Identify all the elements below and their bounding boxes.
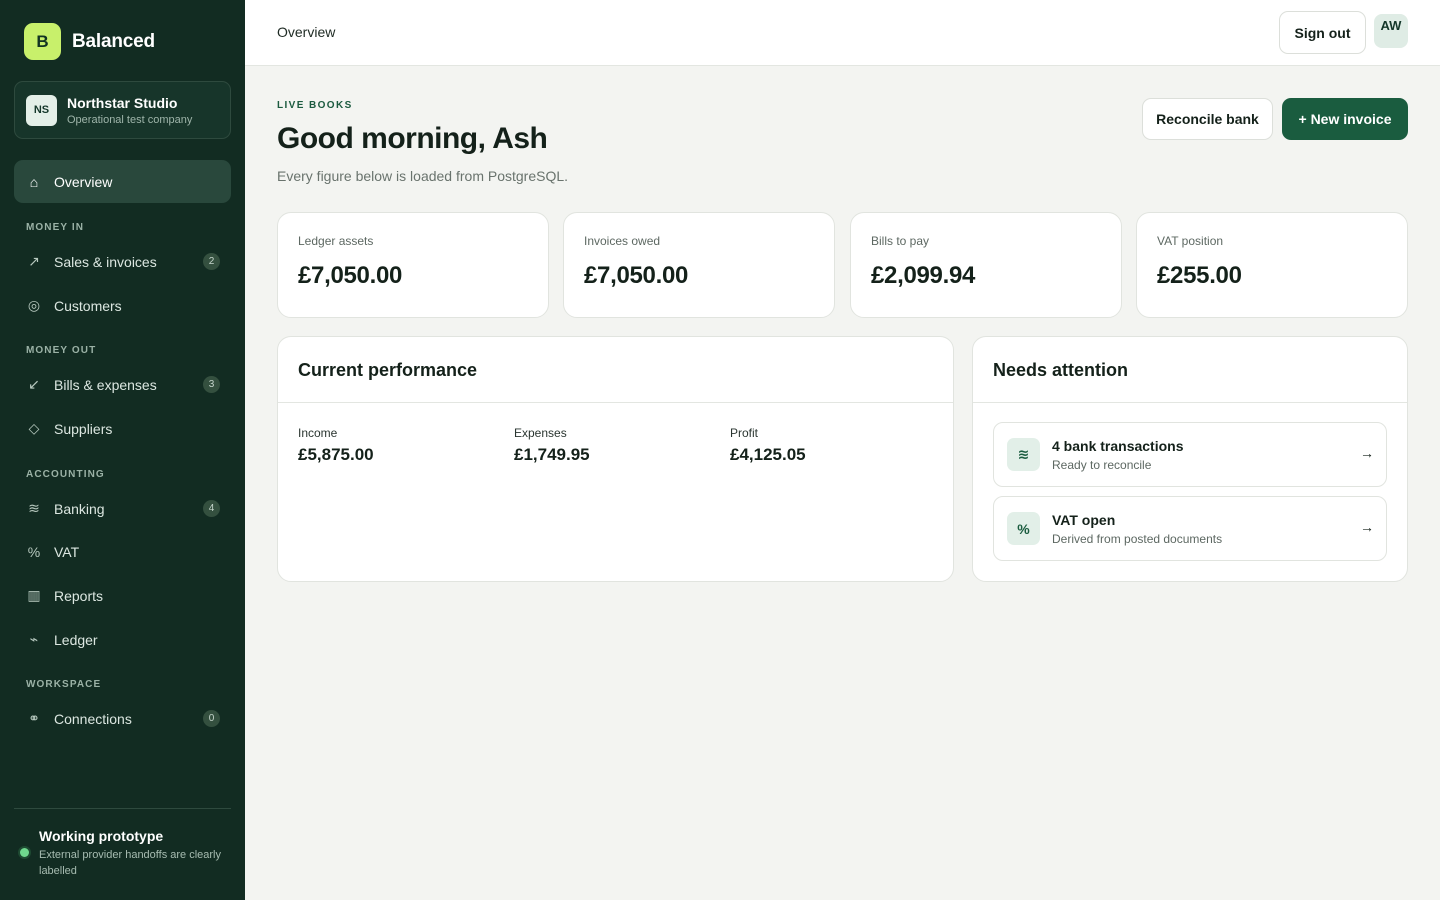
reconcile-bank-button[interactable]: Reconcile bank: [1142, 98, 1273, 140]
arrow-right-icon: →: [1360, 445, 1374, 461]
arrow-right-icon: →: [1360, 519, 1374, 535]
attention-item-vat-open[interactable]: % VAT open Derived from posted documents…: [993, 496, 1387, 561]
page-title: Good morning, Ash: [277, 122, 548, 155]
brand[interactable]: B Balanced: [24, 23, 155, 60]
company-subtitle: Operational test company: [67, 113, 193, 126]
nav-label: Bills & expenses: [54, 376, 157, 393]
attention-item-bank-transactions[interactable]: ≋ 4 bank transactions Ready to reconcile…: [993, 422, 1387, 487]
nav-label: VAT: [54, 543, 80, 560]
stat-card-invoices-owed: Invoices owed £7,050.00: [563, 212, 835, 318]
nav-item-suppliers[interactable]: ◇ Suppliers: [14, 407, 231, 450]
metric-expenses: Expenses £1,749.95: [514, 426, 590, 465]
percent-icon: %: [1007, 512, 1040, 545]
topbar: Overview Sign out AW: [245, 0, 1440, 66]
nav-label: Suppliers: [54, 420, 113, 437]
stat-card-vat-position: VAT position £255.00: [1136, 212, 1408, 318]
nav-section-money-out: MONEY OUT: [26, 345, 97, 356]
panel-title: Current performance: [298, 360, 478, 380]
stat-value: £7,050.00: [298, 262, 403, 289]
nav-item-customers[interactable]: ◎ Customers: [14, 284, 231, 327]
prototype-subtitle: External provider handoffs are clearly l…: [39, 849, 222, 877]
waves-icon: ≋: [28, 500, 40, 516]
nav-section-accounting: ACCOUNTING: [26, 469, 105, 480]
prototype-notice: Working prototype External provider hand…: [20, 828, 235, 879]
percent-icon: %: [27, 543, 41, 560]
customers-icon: ◎: [27, 297, 41, 313]
nav-item-overview[interactable]: ⌂ Overview: [14, 160, 231, 203]
nav-label: Customers: [54, 297, 122, 314]
attention-panel: Needs attention ≋ 4 bank transactions Re…: [972, 336, 1408, 582]
metric-label: Profit: [730, 426, 759, 440]
page-breadcrumb: Overview: [277, 24, 336, 40]
status-dot-icon: [20, 848, 29, 857]
count-badge: 4: [203, 500, 220, 517]
arrow-up-right-icon: ↗: [28, 253, 40, 269]
metric-value: £5,875.00: [298, 445, 374, 464]
bank-waves-icon: ≋: [1007, 438, 1040, 471]
nav-label: Connections: [54, 710, 132, 727]
columns-icon: ▥: [27, 587, 41, 603]
stat-label: Invoices owed: [584, 234, 661, 248]
company-switcher[interactable]: NS Northstar Studio Operational test com…: [14, 81, 231, 139]
nav-item-ledger[interactable]: ⌁ Ledger: [14, 618, 231, 661]
count-badge: 3: [203, 376, 220, 393]
arrow-down-left-icon: ↙: [28, 376, 40, 392]
nav-item-sales-invoices[interactable]: ↗ Sales & invoices 2: [14, 240, 231, 283]
stat-label: VAT position: [1157, 234, 1224, 248]
prototype-title: Working prototype: [39, 828, 164, 844]
nav-item-bills-expenses[interactable]: ↙ Bills & expenses 3: [14, 363, 231, 406]
metric-value: £4,125.05: [730, 445, 806, 464]
metric-profit: Profit £4,125.05: [730, 426, 806, 465]
nav-label: Reports: [54, 587, 104, 604]
stat-label: Ledger assets: [298, 234, 374, 248]
diamond-icon: ◇: [28, 420, 40, 436]
brand-logo: B: [24, 23, 61, 60]
nav-item-reports[interactable]: ▥ Reports: [14, 574, 231, 617]
stat-card-bills-to-pay: Bills to pay £2,099.94: [850, 212, 1122, 318]
metric-label: Expenses: [514, 426, 567, 440]
home-icon: ⌂: [29, 173, 39, 190]
page-subtitle: Every figure below is loaded from Postgr…: [277, 168, 569, 184]
stat-value: £255.00: [1157, 262, 1242, 289]
performance-panel: Current performance Income £5,875.00 Exp…: [277, 336, 954, 582]
sidebar: B Balanced NS Northstar Studio Operation…: [0, 0, 245, 900]
divider: [278, 402, 953, 403]
count-badge: 0: [203, 710, 220, 727]
eyebrow-label: LIVE BOOKS: [277, 100, 353, 111]
link-icon: ⚭: [28, 710, 40, 726]
nav-label: Ledger: [54, 631, 98, 648]
attention-title: VAT open: [1052, 511, 1116, 528]
nav-label: Overview: [54, 173, 113, 190]
nav-item-banking[interactable]: ≋ Banking 4: [14, 487, 231, 530]
nav-label: Banking: [54, 500, 105, 517]
nav-item-connections[interactable]: ⚭ Connections 0: [14, 697, 231, 740]
sidebar-divider: [14, 808, 231, 809]
nav-section-money-in: MONEY IN: [26, 222, 85, 233]
stat-card-ledger-assets: Ledger assets £7,050.00: [277, 212, 549, 318]
nav-item-vat[interactable]: % VAT: [14, 530, 231, 573]
metric-income: Income £5,875.00: [298, 426, 374, 465]
stat-value: £2,099.94: [871, 262, 976, 289]
metric-label: Income: [298, 426, 338, 440]
company-avatar: NS: [26, 94, 57, 126]
nav-label: Sales & invoices: [54, 253, 157, 270]
stat-value: £7,050.00: [584, 262, 689, 289]
sign-out-button[interactable]: Sign out: [1279, 11, 1366, 54]
attention-title: 4 bank transactions: [1052, 437, 1184, 454]
new-invoice-button[interactable]: + New invoice: [1282, 98, 1408, 140]
metric-value: £1,749.95: [514, 445, 590, 464]
company-name: Northstar Studio: [67, 94, 178, 111]
attention-subtitle: Ready to reconcile: [1052, 457, 1152, 472]
nav-section-workspace: WORKSPACE: [26, 679, 102, 690]
user-avatar[interactable]: AW: [1374, 14, 1408, 48]
stat-label: Bills to pay: [871, 234, 930, 248]
panel-title: Needs attention: [993, 360, 1129, 380]
attention-subtitle: Derived from posted documents: [1052, 531, 1223, 546]
count-badge: 2: [203, 253, 220, 270]
divider: [973, 402, 1407, 403]
ledger-icon: ⌁: [29, 631, 39, 647]
brand-name: Balanced: [72, 30, 155, 52]
